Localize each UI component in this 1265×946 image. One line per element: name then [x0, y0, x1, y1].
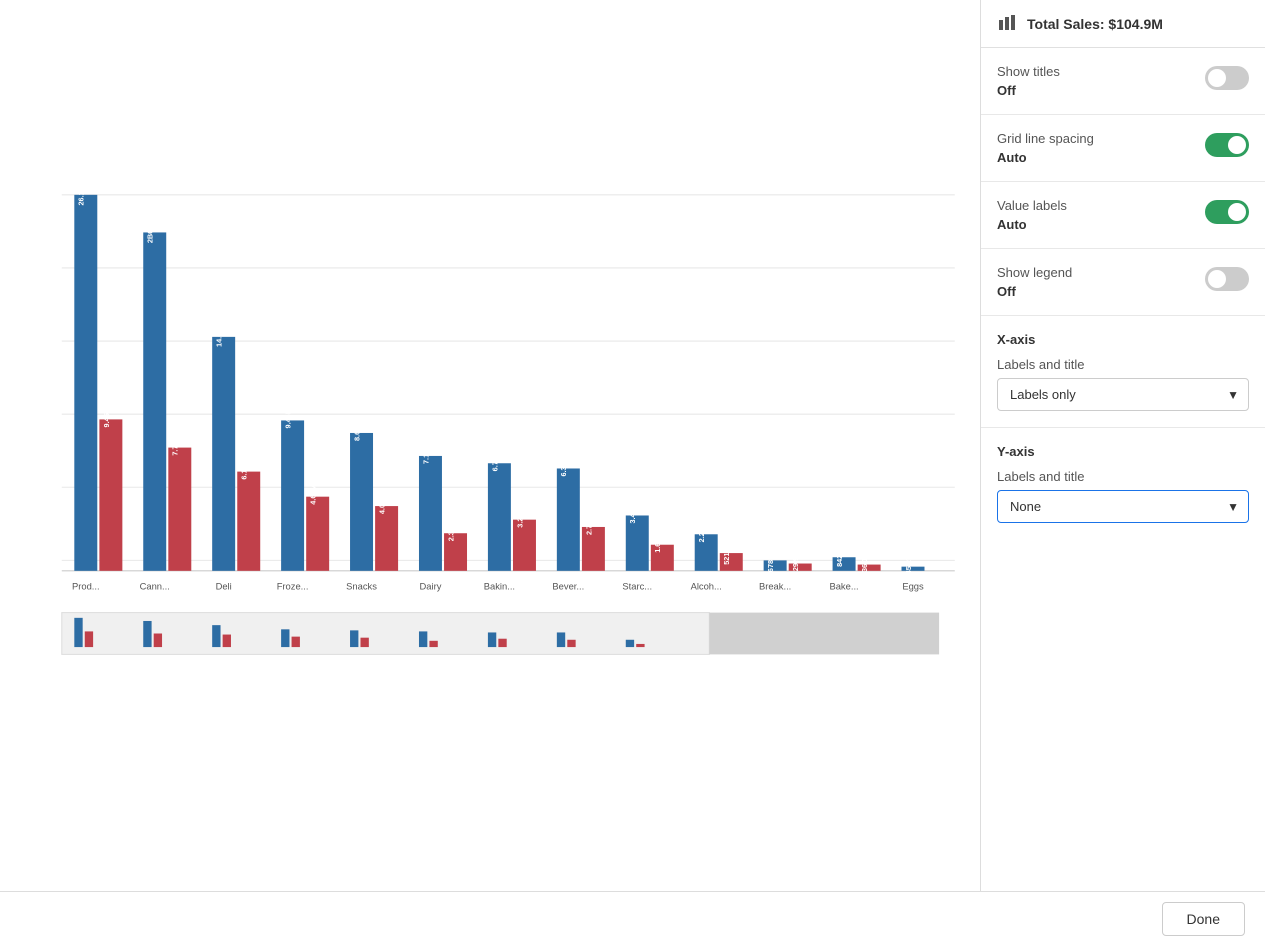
svg-text:521.77K: 521.77K	[722, 536, 731, 564]
grid-line-spacing-value: Auto	[997, 150, 1205, 165]
svg-text:Prod...: Prod...	[72, 581, 100, 592]
grid-line-spacing-slider	[1205, 133, 1249, 157]
svg-text:Starc...: Starc...	[622, 581, 652, 592]
svg-text:6.32M: 6.32M	[559, 456, 568, 476]
svg-text:245.27K: 245.27K	[904, 550, 913, 578]
y-axis-select-wrapper: None Labels only Labels and title ▼	[997, 490, 1249, 523]
svg-text:6.16M: 6.16M	[240, 459, 249, 479]
svg-text:26.1BM: 26.1BM	[77, 180, 86, 206]
svg-text:236.11K: 236.11K	[860, 548, 869, 576]
x-axis-select[interactable]: Labels only Labels and title None	[997, 378, 1249, 411]
done-button[interactable]: Done	[1162, 902, 1245, 936]
bar-chart-icon	[997, 12, 1017, 35]
show-titles-value: Off	[997, 83, 1205, 98]
svg-text:678.25K: 678.25K	[766, 544, 775, 572]
y-axis-heading: Y-axis	[997, 444, 1249, 459]
right-panel: Total Sales: $104.9M Show titles Off Gri…	[980, 0, 1265, 891]
svg-text:14.63M: 14.63M	[215, 323, 224, 347]
x-axis-dropdown-wrapper: Labels and title Labels only Labels and …	[997, 357, 1249, 411]
x-axis-heading: X-axis	[997, 332, 1249, 347]
show-legend-value: Off	[997, 284, 1205, 299]
svg-text:2.35M: 2.35M	[446, 521, 455, 541]
svg-text:7.72M: 7.72M	[171, 435, 180, 455]
svg-text:2.29M: 2.29M	[697, 522, 706, 542]
show-titles-label: Show titles	[997, 64, 1205, 79]
svg-text:1.66M: 1.66M	[653, 532, 662, 552]
svg-text:Bake...: Bake...	[829, 581, 858, 592]
svg-text:2.73M: 2.73M	[584, 515, 593, 535]
svg-text:3.48M: 3.48M	[628, 503, 637, 523]
svg-text:6.73M: 6.73M	[490, 451, 499, 471]
svg-text:Dairy: Dairy	[420, 581, 442, 592]
svg-text:8.63M: 8.63M	[352, 421, 361, 441]
svg-text:329.95K: 329.95K	[791, 547, 800, 575]
svg-text:Bakin...: Bakin...	[484, 581, 515, 592]
value-labels-section: Value labels Auto	[981, 182, 1265, 249]
x-axis-dropdown-label: Labels and title	[997, 357, 1249, 372]
svg-text:Bever...: Bever...	[552, 581, 584, 592]
svg-text:4.05M: 4.05M	[378, 494, 387, 514]
svg-text:9.45M: 9.45M	[284, 408, 293, 428]
show-titles-section: Show titles Off	[981, 48, 1265, 115]
x-axis-select-wrapper: Labels only Labels and title None ▼	[997, 378, 1249, 411]
panel-title: Total Sales: $104.9M	[1027, 16, 1163, 32]
chart-area: 26.1BM 9.45M 2B6.2M 7.72M 14.63M 6.16M 9…	[0, 0, 980, 891]
svg-text:3.22M: 3.22M	[515, 507, 524, 527]
svg-text:7.18M: 7.18M	[421, 444, 430, 464]
svg-text:842.3K: 842.3K	[835, 543, 844, 567]
panel-header: Total Sales: $104.9M	[981, 0, 1265, 48]
x-axis-section: X-axis Labels and title Labels only Labe…	[981, 316, 1265, 428]
show-titles-toggle[interactable]	[1205, 66, 1249, 90]
y-axis-select[interactable]: None Labels only Labels and title	[997, 490, 1249, 523]
svg-text:Snacks: Snacks	[346, 581, 377, 592]
svg-text:2B6.2M: 2B6.2M	[146, 218, 155, 244]
value-labels-label: Value labels	[997, 198, 1205, 213]
svg-text:4.64M: 4.64M	[309, 484, 318, 504]
value-labels-slider	[1205, 200, 1249, 224]
grid-line-spacing-section: Grid line spacing Auto	[981, 115, 1265, 182]
chart-svg: 26.1BM 9.45M 2B6.2M 7.72M 14.63M 6.16M 9…	[20, 20, 960, 871]
value-labels-toggle[interactable]	[1205, 200, 1249, 224]
show-legend-section: Show legend Off	[981, 249, 1265, 316]
grid-line-spacing-toggle[interactable]	[1205, 133, 1249, 157]
svg-text:Froze...: Froze...	[277, 581, 309, 592]
y-axis-dropdown-wrapper: Labels and title None Labels only Labels…	[997, 469, 1249, 523]
value-labels-value: Auto	[997, 217, 1205, 232]
show-legend-slider	[1205, 267, 1249, 291]
svg-text:Break...: Break...	[759, 581, 791, 592]
show-titles-slider	[1205, 66, 1249, 90]
svg-text:Alcoh...: Alcoh...	[691, 581, 722, 592]
bottom-bar: Done	[0, 891, 1265, 946]
svg-text:9.45M: 9.45M	[102, 407, 111, 427]
svg-text:Cann...: Cann...	[140, 581, 170, 592]
show-legend-toggle[interactable]	[1205, 267, 1249, 291]
show-legend-label: Show legend	[997, 265, 1205, 280]
y-axis-dropdown-label: Labels and title	[997, 469, 1249, 484]
grid-line-spacing-label: Grid line spacing	[997, 131, 1205, 146]
svg-text:Eggs: Eggs	[902, 581, 924, 592]
svg-text:Deli: Deli	[216, 581, 232, 592]
y-axis-section: Y-axis Labels and title None Labels only…	[981, 428, 1265, 539]
